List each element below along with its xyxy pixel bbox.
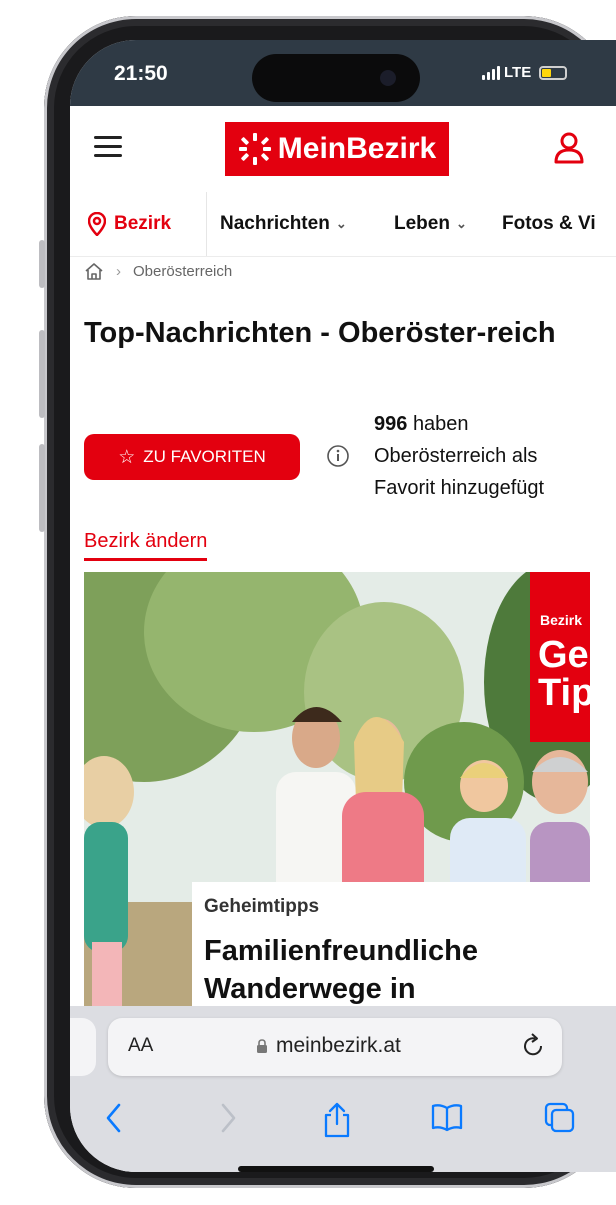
star-icon: ☆ xyxy=(118,446,136,468)
status-time: 21:50 xyxy=(114,62,168,85)
forward-arrow-icon[interactable] xyxy=(218,1102,238,1134)
url-display[interactable]: meinbezirk.at xyxy=(256,1034,401,1058)
logo-text: MeinBezirk xyxy=(277,132,437,165)
breadcrumb: › Oberösterreich xyxy=(84,262,232,280)
chevron-down-icon: ⌄ xyxy=(335,216,347,231)
nav-item-label: Fotos & Vi xyxy=(502,213,596,234)
category-nav: Bezirk Nachrichten ⌄ Leben ⌄ Fotos & Vi xyxy=(70,192,616,257)
share-icon[interactable] xyxy=(322,1102,352,1138)
nav-divider xyxy=(206,192,207,256)
nav-item-label: Leben xyxy=(394,213,450,234)
site-logo[interactable]: MeinBezirk xyxy=(225,122,449,176)
nav-item-leben[interactable]: Leben ⌄ xyxy=(394,192,467,256)
home-indicator[interactable] xyxy=(238,1166,434,1172)
reader-settings-button[interactable]: AA xyxy=(128,1035,153,1057)
info-icon[interactable] xyxy=(326,444,350,468)
safari-toolbar: AA meinbezirk.at xyxy=(70,1006,616,1172)
add-favorite-label: ZU FAVORITEN xyxy=(143,447,266,466)
geheimtipps-badge: Bezirk Ge Tip xyxy=(530,572,590,742)
change-bezirk-link[interactable]: Bezirk ändern xyxy=(84,530,208,561)
chevron-down-icon: ⌄ xyxy=(455,216,467,231)
page-title: Top-Nachrichten - Oberöster-reich xyxy=(84,317,556,349)
camera-icon xyxy=(380,70,396,86)
location-pin-icon xyxy=(88,212,106,236)
badge-large-text: Ge Tip xyxy=(538,634,590,714)
lock-icon xyxy=(257,1038,267,1053)
signal-icon xyxy=(482,65,500,80)
home-icon[interactable] xyxy=(84,262,104,280)
article-card[interactable]: Geheimtipps Familienfreundliche Wanderwe… xyxy=(192,882,590,1022)
favorite-count: 996 xyxy=(374,413,408,435)
reader-settings-label: AA xyxy=(128,1035,154,1056)
address-bar[interactable]: AA meinbezirk.at xyxy=(108,1018,562,1076)
badge-small-text: Bezirk xyxy=(540,612,583,628)
nav-bezirk[interactable]: Bezirk xyxy=(88,192,171,256)
status-indicators: LTE xyxy=(482,64,568,81)
add-favorite-button[interactable]: ☆ ZU FAVORITEN xyxy=(84,434,300,480)
previous-tab-preview[interactable] xyxy=(70,1018,96,1076)
nav-bezirk-label: Bezirk xyxy=(114,213,172,234)
bookmarks-icon[interactable] xyxy=(430,1102,464,1132)
article-category: Geheimtipps xyxy=(204,896,320,917)
logo-sun-icon xyxy=(238,133,271,165)
battery-icon xyxy=(539,65,568,80)
nav-item-label: Nachrichten xyxy=(220,213,330,234)
back-arrow-icon[interactable] xyxy=(104,1102,124,1134)
url-text: meinbezirk.at xyxy=(276,1034,401,1057)
breadcrumb-separator: › xyxy=(116,262,121,280)
nav-item-nachrichten[interactable]: Nachrichten ⌄ xyxy=(220,192,347,256)
article-title[interactable]: Familienfreundliche Wanderwege in xyxy=(204,932,584,1008)
nav-item-fotos[interactable]: Fotos & Vi xyxy=(502,192,596,256)
user-icon[interactable] xyxy=(554,132,584,164)
network-label: LTE xyxy=(504,64,532,81)
site-header: MeinBezirk xyxy=(70,106,616,193)
reload-icon[interactable] xyxy=(520,1032,546,1060)
hamburger-icon[interactable] xyxy=(94,136,122,158)
browser-controls xyxy=(70,1102,616,1142)
favorite-count-text: 996 haben Oberösterreich als Favorit hin… xyxy=(374,408,604,504)
tabs-icon[interactable] xyxy=(544,1102,576,1134)
volume-up-button xyxy=(39,330,45,418)
volume-down-button xyxy=(39,444,45,532)
phone-screen: 21:50 LTE MeinBezirk Bezirk Nachrichten … xyxy=(70,40,616,1172)
status-bar: 21:50 LTE xyxy=(70,40,616,106)
dynamic-island xyxy=(252,54,420,102)
silent-switch xyxy=(39,240,45,288)
breadcrumb-current[interactable]: Oberösterreich xyxy=(133,263,232,280)
